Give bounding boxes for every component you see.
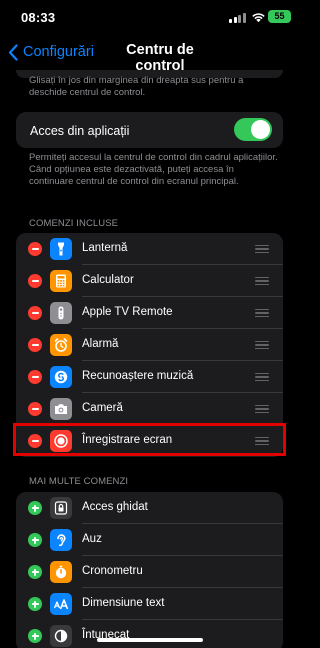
shazam-icon: [50, 366, 72, 388]
back-button[interactable]: Configurări: [8, 42, 94, 62]
list-item: Recunoaștere muzică: [16, 361, 283, 393]
list-item: Auz: [16, 524, 283, 556]
remove-button[interactable]: [28, 274, 42, 288]
remove-button[interactable]: [28, 338, 42, 352]
row-label: Recunoaștere muzică: [82, 370, 194, 382]
remove-button[interactable]: [28, 370, 42, 384]
flashlight-icon: [50, 238, 72, 260]
row-label: Cameră: [82, 402, 123, 414]
add-button[interactable]: [28, 533, 42, 547]
wifi-icon: [252, 13, 265, 23]
reorder-handle-icon[interactable]: [255, 309, 269, 317]
access-note: Permiteți accesul la centrul de control …: [29, 152, 278, 187]
list-item: Alarmă: [16, 329, 283, 361]
list-item: Lanternă: [16, 233, 283, 265]
add-button[interactable]: [28, 565, 42, 579]
list-item: Dimensiune text: [16, 588, 283, 620]
text-size-icon: [50, 593, 72, 615]
included-controls-header: COMENZI INCLUSE: [29, 218, 119, 229]
remove-button[interactable]: [28, 402, 42, 416]
list-item: Acces ghidat: [16, 492, 283, 524]
reorder-handle-icon[interactable]: [255, 245, 269, 253]
list-item: Întunecat: [16, 620, 283, 648]
lock-icon: [50, 497, 72, 519]
row-label: Apple TV Remote: [82, 306, 173, 318]
status-time: 08:33: [21, 10, 56, 25]
row-label: Cronometru: [82, 565, 143, 577]
access-in-apps-toggle[interactable]: [234, 118, 272, 141]
list-item: Calculator: [16, 265, 283, 297]
navigation-bar: Configurări Centru de control: [0, 34, 299, 74]
reorder-handle-icon[interactable]: [255, 373, 269, 381]
calculator-icon: [50, 270, 72, 292]
back-label: Configurări: [23, 44, 94, 60]
remove-button[interactable]: [28, 306, 42, 320]
dark-mode-icon: [50, 625, 72, 647]
remote-icon: [50, 302, 72, 324]
camera-icon: [50, 398, 72, 420]
timer-icon: [50, 561, 72, 583]
intro-note: Glisați în jos din marginea din dreapta …: [29, 75, 244, 98]
cellular-signal-icon: [229, 12, 247, 23]
home-indicator[interactable]: [97, 638, 203, 642]
row-label: Calculator: [82, 274, 134, 286]
reorder-handle-icon[interactable]: [255, 405, 269, 413]
reorder-handle-icon[interactable]: [255, 341, 269, 349]
add-button[interactable]: [28, 597, 42, 611]
row-label: Acces ghidat: [82, 501, 148, 513]
ear-icon: [50, 529, 72, 551]
access-in-apps-label: Acces din aplicații: [30, 124, 130, 138]
list-item: Cronometru: [16, 556, 283, 588]
remove-button[interactable]: [28, 242, 42, 256]
chevron-left-icon: [8, 43, 18, 61]
toggle-knob: [251, 120, 270, 139]
list-item: Cameră: [16, 393, 283, 425]
row-label: Auz: [82, 533, 102, 545]
alarm-icon: [50, 334, 72, 356]
more-controls-list: Acces ghidat Auz Cronometru Dimensiune t…: [16, 492, 283, 648]
add-button[interactable]: [28, 629, 42, 643]
reorder-handle-icon[interactable]: [255, 277, 269, 285]
more-controls-header: MAI MULTE COMENZI: [29, 476, 129, 487]
battery-indicator: 55: [268, 10, 291, 23]
list-item: Apple TV Remote: [16, 297, 283, 329]
row-label: Alarmă: [82, 338, 119, 350]
status-bar: 08:33 55: [0, 0, 299, 34]
row-label: Lanternă: [82, 242, 128, 254]
highlight-annotation: [13, 423, 286, 456]
access-in-apps-cell: Acces din aplicații: [16, 112, 283, 148]
add-button[interactable]: [28, 501, 42, 515]
row-label: Dimensiune text: [82, 597, 165, 609]
